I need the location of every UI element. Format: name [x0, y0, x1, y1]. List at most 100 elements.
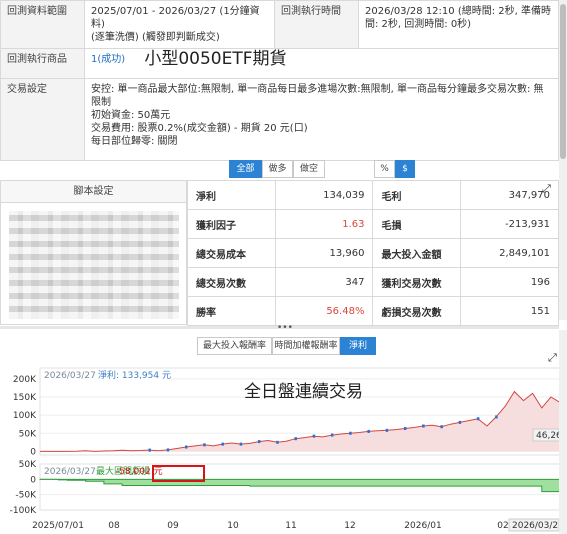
x-tick-label: 12 [344, 521, 355, 531]
product-link[interactable]: 1(成功) [91, 54, 125, 65]
stat-key: 毛利 [372, 180, 462, 210]
x-tick-label: 08 [108, 521, 120, 531]
trade-line-1: 安控: 單一商品最大部位:無限制, 單一商品每日最多進場次數:無限制, 單一商品… [91, 84, 544, 108]
trade-marker [312, 434, 316, 438]
trade-label: 交易設定 [0, 78, 85, 161]
trade-marker [440, 425, 443, 429]
scrollbar-thumb[interactable] [560, 4, 566, 159]
y-tick-label: 200K [13, 375, 37, 385]
y-tick-label: 0 [30, 475, 36, 485]
stat-value: 56.48% [274, 296, 374, 326]
product-title: 小型0050ETF期貨 [144, 49, 287, 69]
product-label: 回測執行商品 [0, 48, 85, 79]
y-tick-label: 150K [13, 393, 37, 403]
range-value-cell: 2025/07/01 - 2026/03/27 (1分鐘資料) (逐筆洗價) (… [84, 0, 275, 49]
end-value-label: 46,262 [536, 431, 559, 441]
stats-table: 淨利 134,039 毛利 347,970 獲利因子 1.63 毛損 -213,… [187, 180, 559, 326]
expand-stats-icon[interactable]: ⤢ [542, 182, 551, 196]
stat-key: 總交易次數 [187, 267, 276, 297]
trade-line-2: 初始資金: 50萬元 [91, 110, 171, 121]
exec-time-label: 回測執行時間 [274, 0, 359, 49]
stat-key: 獲利交易次數 [372, 267, 462, 297]
x-tick-label: 2025/07/01 [32, 521, 84, 531]
y-tick-label: -100K [10, 506, 37, 516]
net-profit-label: 淨利: 133,954 元 [98, 369, 171, 381]
stat-key: 最大投入金額 [372, 238, 462, 268]
stats-row: 淨利 134,039 毛利 347,970 [187, 180, 559, 210]
vertical-scrollbar[interactable] [559, 0, 567, 320]
trade-marker [403, 427, 407, 431]
trade-marker [330, 433, 334, 437]
stat-value: 196 [460, 267, 559, 297]
stat-key: 淨利 [187, 180, 276, 210]
trade-marker [257, 440, 261, 444]
stat-value: -213,931 [460, 209, 559, 239]
trade-cell: 安控: 單一商品最大部位:無限制, 單一商品每日最多進場次數:無限制, 單一商品… [84, 78, 559, 161]
trade-marker [184, 445, 188, 449]
backtest-info-table: 回測資料範圍 2025/07/01 - 2026/03/27 (1分鐘資料) (… [0, 0, 559, 161]
trade-marker [367, 429, 370, 433]
x-tick-label: 09 [167, 521, 179, 531]
filter-all-button[interactable]: 全部 [229, 160, 262, 178]
trade-marker [349, 431, 352, 435]
stat-key: 獲利因子 [187, 209, 276, 239]
trade-marker [294, 437, 297, 441]
stats-row: 總交易次數 347 獲利交易次數 196 [187, 267, 559, 297]
range-note: (逐筆洗價) (觸發即判斷成交) [91, 32, 220, 43]
trade-marker [495, 415, 498, 419]
stats-row: 獲利因子 1.63 毛損 -213,931 [187, 209, 559, 239]
stat-key: 毛損 [372, 209, 462, 239]
stats-row: 勝率 56.48% 虧損交易次數 151 [187, 296, 559, 326]
stat-key: 勝率 [187, 296, 276, 326]
bottom-date-label: 2026/03/27 [44, 467, 96, 477]
y-tick-label: -50K [15, 491, 37, 501]
stat-value: 151 [460, 296, 559, 326]
filter-long-button[interactable]: 做多 [262, 160, 293, 178]
trade-marker [385, 428, 389, 432]
x-tick-label: 2026/01 [404, 521, 441, 531]
stat-key: 虧損交易次數 [372, 296, 462, 326]
range-label: 回測資料範圍 [0, 0, 85, 49]
stat-key: 總交易成本 [187, 238, 276, 268]
stat-value: 13,960 [274, 238, 374, 268]
range-value: 2025/07/01 - 2026/03/27 (1分鐘資料) [91, 6, 260, 30]
y-tick-label: 50K [19, 460, 37, 470]
trade-marker [148, 448, 151, 452]
y-tick-label: 100K [13, 411, 37, 421]
x-tick-label: 10 [227, 521, 239, 531]
chart-scrollbar[interactable] [559, 330, 567, 534]
y-tick-label: 0 [30, 447, 36, 457]
resize-handle-icon[interactable]: ••• [277, 323, 293, 333]
filter-short-button[interactable]: 做空 [293, 160, 325, 178]
chart-annotation: 全日盤連續交易 [244, 382, 363, 402]
trade-marker [422, 424, 425, 428]
exec-time-value: 2026/03/28 12:10 (總時間: 2秒, 準備時間: 2秒, 回測時… [358, 0, 559, 49]
stat-value: 2,849,101 [460, 238, 559, 268]
trade-marker [239, 442, 243, 446]
trade-marker [221, 442, 224, 446]
script-setting-header: 腳本設定 [1, 181, 186, 203]
trade-marker [203, 443, 206, 447]
tab-time-weighted-return[interactable]: 時間加權報酬率 [272, 337, 340, 355]
x-tick-label: 2026/03/27 [512, 521, 559, 531]
trade-marker [476, 417, 480, 421]
unit-percent-button[interactable]: % [374, 160, 395, 178]
tab-net-profit[interactable]: 淨利 [340, 337, 376, 355]
trade-line-4: 每日部位歸零: 關閉 [91, 136, 178, 147]
unit-dollar-button[interactable]: $ [395, 160, 415, 178]
x-tick-label: 02 [497, 521, 508, 531]
trade-marker [276, 440, 279, 444]
blurred-script-overlay [9, 211, 179, 319]
x-tick-label: 11 [285, 521, 296, 531]
trade-line-3: 交易費用: 股票0.2%(成交金額) - 期貨 20 元(口) [91, 123, 308, 134]
product-cell: 1(成功) 小型0050ETF期貨 [84, 48, 559, 79]
trade-marker [166, 448, 170, 452]
tab-max-invest-return[interactable]: 最大投入報酬率 [197, 337, 272, 355]
y-tick-label: 50K [19, 429, 37, 439]
stat-value: 347 [274, 267, 374, 297]
stat-value: 1.63 [274, 209, 374, 239]
trade-marker [458, 420, 462, 424]
highlight-box [152, 465, 205, 482]
script-setting-panel: 腳本設定 [0, 180, 187, 325]
stat-value: 134,039 [274, 180, 374, 210]
